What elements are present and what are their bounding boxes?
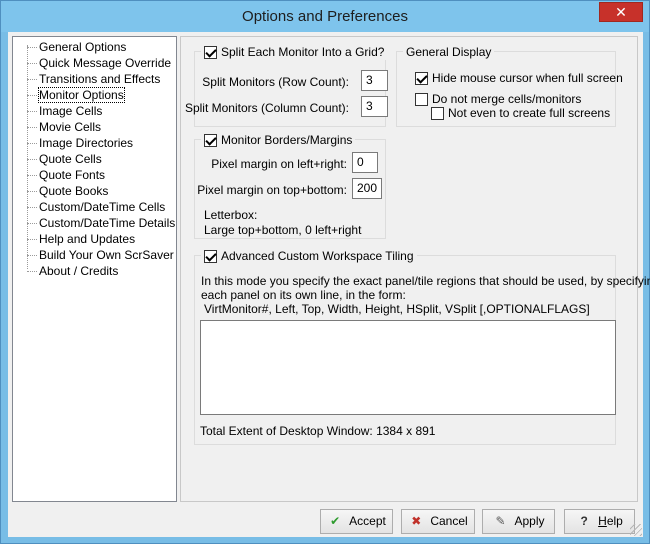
monitor-options-panel: Split Each Monitor Into a Grid? Split Mo…: [180, 36, 650, 502]
tree-item-transitions-and-effects[interactable]: Transitions and Effects: [23, 71, 162, 87]
tree-item-movie-cells[interactable]: Movie Cells: [23, 119, 103, 135]
window-title: Options and Preferences: [242, 8, 408, 25]
hide-mouse-checkbox[interactable]: [415, 72, 428, 86]
tree-item-image-cells[interactable]: Image Cells: [23, 103, 104, 119]
tree-item-quick-message-override[interactable]: Quick Message Override: [23, 55, 173, 71]
tree-item-custom-datetime-details[interactable]: Custom/DateTime Details: [23, 215, 177, 231]
tiling-description-line2: each panel on its own line, in the form:: [201, 288, 406, 302]
borders-checkbox[interactable]: [204, 134, 217, 148]
desktop-extent-text: Total Extent of Desktop Window: 1384 x 8…: [200, 424, 436, 438]
no-fullscreens-option[interactable]: Not even to create full screens: [431, 105, 610, 121]
general-display-group: General Display Hide mouse cursor when f…: [396, 44, 623, 127]
title-bar[interactable]: Options and Preferences ✕: [1, 1, 649, 32]
margin-top-bottom-label: Pixel margin on top+bottom:: [197, 183, 347, 197]
hide-mouse-option[interactable]: Hide mouse cursor when full screen: [415, 70, 623, 86]
apply-button[interactable]: ✎ Apply: [482, 509, 555, 534]
letterbox-description: Large top+bottom, 0 left+right: [204, 223, 362, 237]
tree-item-build-your-own-scrsaver[interactable]: Build Your Own ScrSaver: [23, 247, 176, 263]
split-grid-toggle[interactable]: Split Each Monitor Into a Grid?: [201, 44, 388, 60]
no-fullscreens-checkbox[interactable]: [431, 107, 444, 121]
borders-group: Monitor Borders/Margins Pixel margin on …: [194, 132, 386, 239]
help-button[interactable]: ? Help: [564, 509, 635, 534]
tiling-format: VirtMonitor#, Left, Top, Width, Height, …: [204, 302, 590, 316]
tree-item-quote-books[interactable]: Quote Books: [23, 183, 110, 199]
pencil-icon: ✎: [495, 514, 506, 528]
tiling-regions-textarea[interactable]: [200, 320, 616, 415]
row-count-input[interactable]: 3: [361, 70, 388, 91]
close-icon: ✕: [615, 4, 627, 20]
margin-left-right-input[interactable]: 0: [352, 152, 378, 173]
margin-top-bottom-input[interactable]: 200: [352, 178, 382, 199]
client-area: General Options Quick Message Override T…: [8, 32, 650, 537]
tree-item-custom-datetime-cells[interactable]: Custom/DateTime Cells: [23, 199, 167, 215]
row-count-label: Split Monitors (Row Count):: [202, 75, 349, 89]
tiling-description-line1: In this mode you specify the exact panel…: [201, 274, 650, 288]
column-count-input[interactable]: 3: [361, 96, 388, 117]
column-count-label: Split Monitors (Column Count):: [184, 101, 349, 115]
checkmark-icon: ✔: [330, 514, 341, 528]
accept-button[interactable]: ✔ Accept: [320, 509, 393, 534]
tree-item-quote-cells[interactable]: Quote Cells: [23, 151, 104, 167]
cancel-button[interactable]: ✖ Cancel: [401, 509, 475, 534]
margin-left-right-label: Pixel margin on left+right:: [211, 157, 347, 171]
help-icon: ?: [580, 514, 588, 528]
resize-grip[interactable]: [630, 524, 642, 536]
borders-toggle[interactable]: Monitor Borders/Margins: [201, 132, 356, 148]
tree-item-quote-fonts[interactable]: Quote Fonts: [23, 167, 107, 183]
cancel-x-icon: ✖: [411, 514, 422, 528]
tree-item-monitor-options[interactable]: Monitor Options: [23, 87, 126, 103]
tiling-group: Advanced Custom Workspace Tiling In this…: [194, 248, 650, 445]
split-grid-checkbox[interactable]: [204, 46, 217, 60]
letterbox-label: Letterbox:: [204, 208, 258, 222]
options-window: Options and Preferences ✕ General Option…: [0, 0, 650, 544]
tiling-toggle[interactable]: Advanced Custom Workspace Tiling: [201, 248, 417, 264]
split-grid-group: Split Each Monitor Into a Grid? Split Mo…: [185, 44, 388, 127]
no-merge-checkbox[interactable]: [415, 93, 428, 107]
tree-item-image-directories[interactable]: Image Directories: [23, 135, 135, 151]
tree-item-help-and-updates[interactable]: Help and Updates: [23, 231, 137, 247]
close-button[interactable]: ✕: [599, 2, 643, 22]
tiling-checkbox[interactable]: [204, 250, 217, 264]
general-display-title: General Display: [403, 44, 495, 60]
options-tree[interactable]: General Options Quick Message Override T…: [12, 36, 177, 502]
tree-item-about-credits[interactable]: About / Credits: [23, 263, 120, 279]
tree-item-general-options[interactable]: General Options: [23, 39, 128, 55]
